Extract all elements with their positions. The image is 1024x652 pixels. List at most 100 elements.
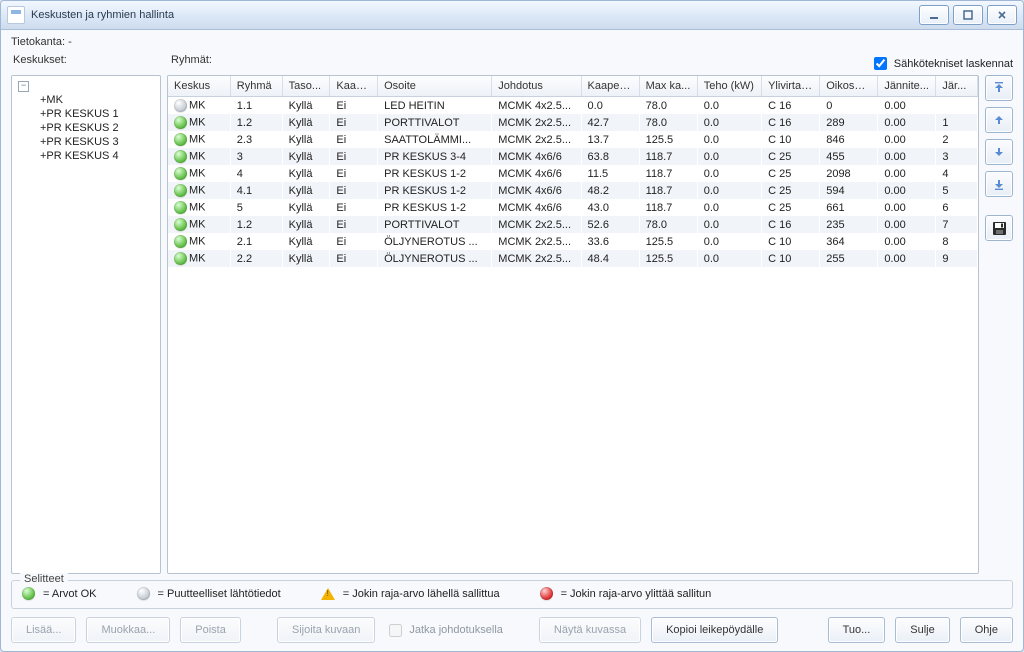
calc-checkbox[interactable]: Sähkötekniset laskennat [870, 54, 1013, 73]
cell: 0.0 [697, 97, 761, 114]
cell: 0.00 [878, 182, 936, 199]
cell: 0.0 [697, 250, 761, 267]
delete-button[interactable]: Poista [180, 617, 241, 643]
status-icon [174, 133, 187, 146]
column-header[interactable]: Max ka... [639, 76, 697, 97]
cell: MK [168, 97, 230, 114]
move-bottom-button[interactable] [985, 171, 1013, 197]
move-top-button[interactable] [985, 75, 1013, 101]
table-row[interactable]: MK2.3KylläEiSAATTOLÄMMI...MCMK 2x2.5...1… [168, 131, 978, 148]
move-down-button[interactable] [985, 139, 1013, 165]
grid-header-row[interactable]: KeskusRyhmäTaso...Kaavi...OsoiteJohdotus… [168, 76, 978, 97]
cell: 289 [820, 114, 878, 131]
legend-error: = Jokin raja-arvo ylittää sallitun [540, 587, 712, 600]
table-row[interactable]: MK1.2KylläEiPORTTIVALOTMCMK 2x2.5...52.6… [168, 216, 978, 233]
cell: 63.8 [581, 148, 639, 165]
cell: 0.00 [878, 114, 936, 131]
cell: MCMK 2x2.5... [492, 216, 581, 233]
cell: 0 [820, 97, 878, 114]
maximize-button[interactable] [953, 5, 983, 25]
close-button[interactable] [987, 5, 1017, 25]
wiring-checkbox[interactable]: Jatka johdotuksella [385, 621, 503, 640]
cell: 42.7 [581, 114, 639, 131]
table-row[interactable]: MK3KylläEiPR KESKUS 3-4MCMK 4x6/663.8118… [168, 148, 978, 165]
minimize-button[interactable] [919, 5, 949, 25]
column-header[interactable]: Ryhmä [230, 76, 282, 97]
cell: C 10 [762, 131, 820, 148]
window-title: Keskusten ja ryhmien hallinta [31, 9, 174, 21]
table-row[interactable]: MK1.2KylläEiPORTTIVALOTMCMK 2x2.5...42.7… [168, 114, 978, 131]
save-button[interactable] [985, 215, 1013, 241]
tree-root[interactable]: − [14, 80, 158, 93]
grid-wrap: KeskusRyhmäTaso...Kaavi...OsoiteJohdotus… [167, 75, 1013, 574]
import-button[interactable]: Tuo... [828, 617, 886, 643]
tree-item[interactable]: +PR KESKUS 4 [14, 149, 158, 163]
copy-button[interactable]: Kopioi leikepöydälle [651, 617, 778, 643]
tree[interactable]: −+MK+PR KESKUS 1+PR KESKUS 2+PR KESKUS 3… [14, 80, 158, 163]
help-button[interactable]: Ohje [960, 617, 1013, 643]
cell: Ei [330, 199, 378, 216]
edit-button[interactable]: Muokkaa... [86, 617, 170, 643]
calc-checkbox-input[interactable] [874, 57, 887, 70]
cell: 11.5 [581, 165, 639, 182]
table-row[interactable]: MK2.2KylläEiÖLJYNEROTUS ...MCMK 2x2.5...… [168, 250, 978, 267]
column-header[interactable]: Osoite [378, 76, 492, 97]
column-header[interactable]: Keskus [168, 76, 230, 97]
tree-item[interactable]: +MK [14, 93, 158, 107]
cell: MK [168, 114, 230, 131]
warn-icon [321, 588, 335, 600]
tree-body[interactable]: −+MK+PR KESKUS 1+PR KESKUS 2+PR KESKUS 3… [11, 75, 161, 574]
cell: Kyllä [282, 216, 330, 233]
table-row[interactable]: MK5KylläEiPR KESKUS 1-2MCMK 4x6/643.0118… [168, 199, 978, 216]
close-window-button[interactable]: Sulje [895, 617, 949, 643]
cell: PORTTIVALOT [378, 114, 492, 131]
tree-item[interactable]: +PR KESKUS 3 [14, 135, 158, 149]
table-row[interactable]: MK2.1KylläEiÖLJYNEROTUS ...MCMK 2x2.5...… [168, 233, 978, 250]
column-header[interactable]: Jär... [936, 76, 978, 97]
cell: MCMK 4x6/6 [492, 165, 581, 182]
cell: 52.6 [581, 216, 639, 233]
table-row[interactable]: MK1.1KylläEiLED HEITINMCMK 4x2.5...0.078… [168, 97, 978, 114]
tree-item[interactable]: +PR KESKUS 1 [14, 107, 158, 121]
column-header[interactable]: Kaavi... [330, 76, 378, 97]
wiring-checkbox-input[interactable] [389, 624, 402, 637]
cell: C 10 [762, 233, 820, 250]
column-header[interactable]: Ylivirtas... [762, 76, 820, 97]
grid-body[interactable]: MK1.1KylläEiLED HEITINMCMK 4x2.5...0.078… [168, 97, 978, 573]
cell: MK [168, 148, 230, 165]
tree-item[interactable]: +PR KESKUS 2 [14, 121, 158, 135]
cell: 5 [230, 199, 282, 216]
column-header[interactable]: Johdotus [492, 76, 581, 97]
column-header[interactable]: Teho (kW) [697, 76, 761, 97]
cell: 118.7 [639, 165, 697, 182]
show-button[interactable]: Näytä kuvassa [539, 617, 641, 643]
cell: 0.00 [878, 148, 936, 165]
cell: 0.0 [697, 114, 761, 131]
status-icon [174, 201, 187, 214]
cell: MCMK 2x2.5... [492, 131, 581, 148]
cell: Ei [330, 182, 378, 199]
grid-rows[interactable]: MK1.1KylläEiLED HEITINMCMK 4x2.5...0.078… [168, 97, 978, 267]
lists-row: −+MK+PR KESKUS 1+PR KESKUS 2+PR KESKUS 3… [11, 75, 1013, 574]
status-icon [174, 116, 187, 129]
move-up-button[interactable] [985, 107, 1013, 133]
cell: C 25 [762, 165, 820, 182]
cell: 0.0 [581, 97, 639, 114]
cell: Kyllä [282, 114, 330, 131]
button-bar: Lisää... Muokkaa... Poista Sijoita kuvaa… [11, 617, 1013, 643]
cell: Ei [330, 233, 378, 250]
table-row[interactable]: MK4.1KylläEiPR KESKUS 1-2MCMK 4x6/648.21… [168, 182, 978, 199]
cell: 255 [820, 250, 878, 267]
column-header[interactable]: Jännite... [878, 76, 936, 97]
column-header[interactable]: Kaapeli... [581, 76, 639, 97]
cell: 3 [936, 148, 978, 165]
add-button[interactable]: Lisää... [11, 617, 76, 643]
table-row[interactable]: MK4KylläEiPR KESKUS 1-2MCMK 4x6/611.5118… [168, 165, 978, 182]
cell: MK [168, 250, 230, 267]
collapse-icon[interactable]: − [18, 81, 29, 92]
cell: 0.00 [878, 216, 936, 233]
column-header[interactable]: Oikosul... [820, 76, 878, 97]
column-header[interactable]: Taso... [282, 76, 330, 97]
place-button[interactable]: Sijoita kuvaan [277, 617, 376, 643]
cell: Kyllä [282, 250, 330, 267]
